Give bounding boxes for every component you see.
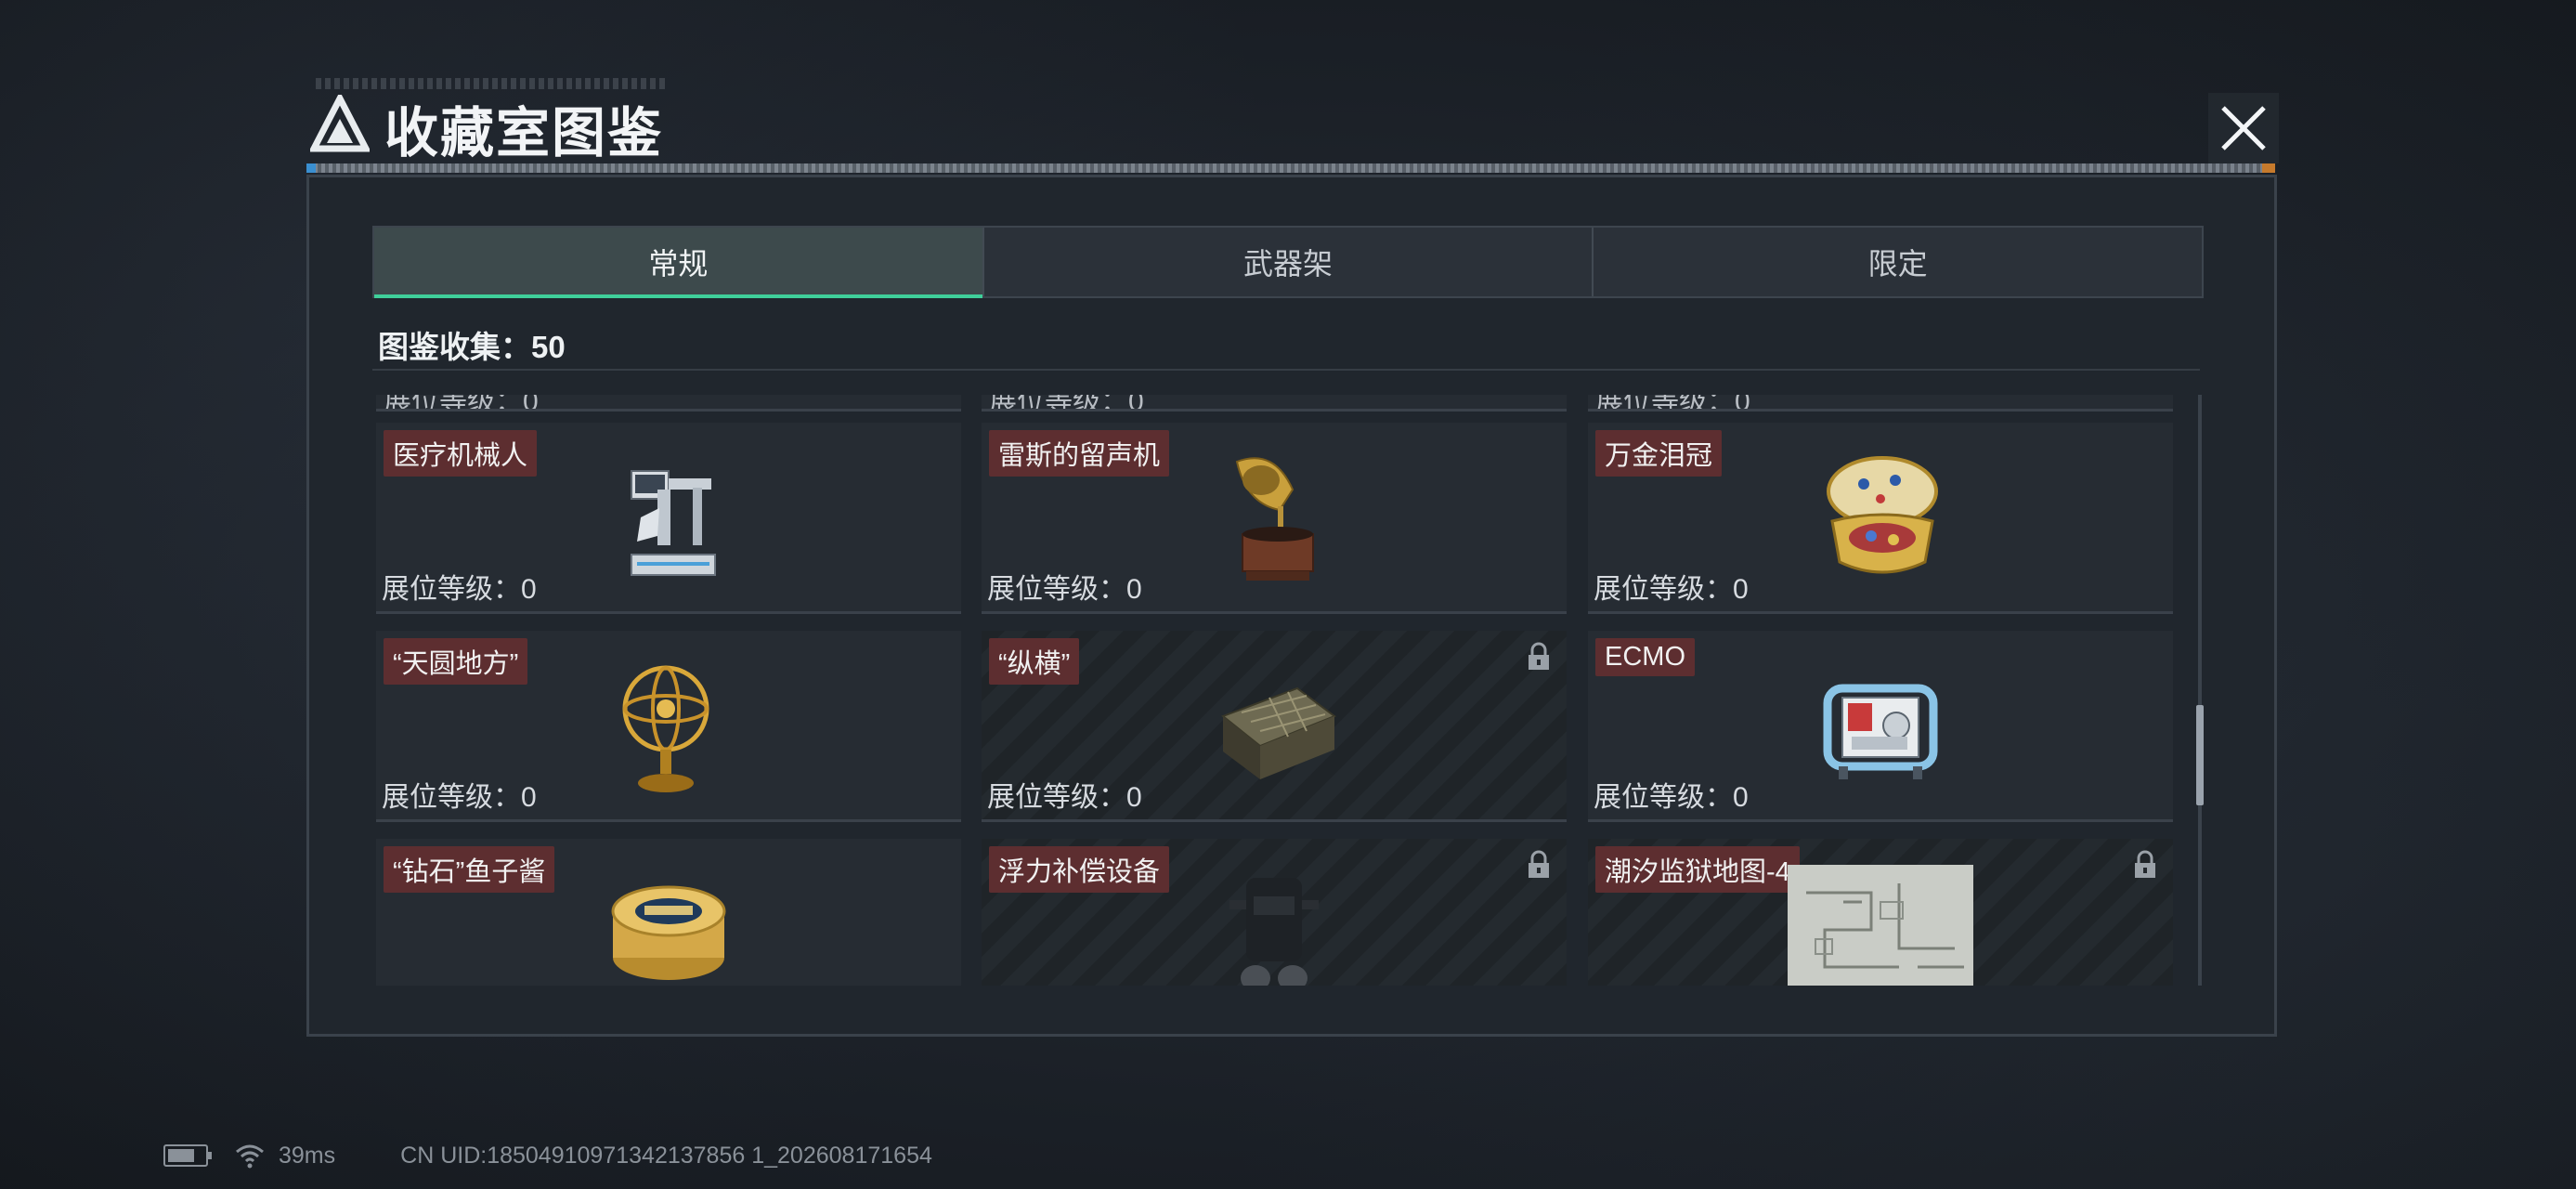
title-underline <box>306 163 2275 173</box>
item-card-armillary[interactable]: “天圆地方” 展位等级：0 <box>376 631 961 822</box>
ecmo-machine-icon <box>1823 684 1938 779</box>
tab-weapon-rack[interactable]: 武器架 <box>982 228 1593 296</box>
item-level: 展位等级：0 <box>987 782 1142 813</box>
close-button[interactable] <box>2208 93 2279 163</box>
page-title: 收藏室图鉴 <box>384 103 664 163</box>
item-name: “纵横” <box>989 638 1080 685</box>
item-card-caviar[interactable]: “钻石”鱼子酱 <box>376 839 961 986</box>
caviar-tin-icon <box>611 885 726 980</box>
item-name: 万金泪冠 <box>1595 430 1723 477</box>
gramophone-icon <box>1235 457 1314 581</box>
tab-bar: 常规 武器架 限定 <box>372 226 2204 298</box>
collection-panel: 常规 武器架 限定 图鉴收集：50 展位等级：0 展位等级：0 展位等级：0 医… <box>306 175 2277 1037</box>
title-decoration <box>316 78 669 89</box>
jeweled-egg-icon <box>1827 456 1938 574</box>
wifi-icon <box>236 1144 264 1169</box>
item-level: 展位等级：0 <box>987 574 1142 605</box>
item-card-chess-box[interactable]: “纵横” 展位等级：0 <box>982 631 1567 822</box>
scrollbar-thumb[interactable] <box>2196 705 2204 805</box>
bcd-device-icon <box>1229 878 1319 986</box>
item-name: 雷斯的留声机 <box>989 430 1170 477</box>
partial-row-cell: 展位等级：0 <box>376 395 961 412</box>
medical-robot-icon <box>631 470 716 576</box>
item-card-bcd[interactable]: 浮力补偿设备 <box>982 839 1567 986</box>
item-level: 展位等级：0 <box>1594 782 1749 813</box>
item-name: 医疗机械人 <box>384 430 538 477</box>
user-uid: CN UID:18504910971342137856 1_2026081716… <box>400 1142 932 1169</box>
item-name: 潮汐监狱地图-4 <box>1595 846 1800 893</box>
battery-icon <box>163 1144 212 1167</box>
chess-box-icon <box>1221 686 1337 779</box>
tab-limited[interactable]: 限定 <box>1592 228 2202 296</box>
collection-count: 图鉴收集：50 <box>378 330 566 364</box>
title-bar: 收藏室图鉴 <box>306 78 2275 173</box>
lock-icon <box>1529 850 1549 878</box>
partial-row-cell: 展位等级：0 <box>982 395 1567 412</box>
item-card-jeweled-egg[interactable]: 万金泪冠 展位等级：0 <box>1588 423 2173 614</box>
item-card-ecmo[interactable]: ECMO 展位等级：0 <box>1588 631 2173 822</box>
scrollbar-track[interactable] <box>2198 395 2202 986</box>
item-level: 展位等级：0 <box>382 574 537 605</box>
item-name: “天圆地方” <box>384 638 528 685</box>
item-grid[interactable]: 展位等级：0 展位等级：0 展位等级：0 医疗机械人 展位等级：0 雷斯的留声机 <box>376 395 2178 986</box>
close-icon <box>2221 106 2266 150</box>
item-level: 展位等级：0 <box>382 782 537 813</box>
prison-map-icon <box>1788 865 1973 986</box>
lock-icon <box>1529 642 1549 670</box>
item-name: “钻石”鱼子酱 <box>384 846 555 893</box>
item-card-prison-map[interactable]: 潮汐监狱地图-4 <box>1588 839 2173 986</box>
status-bar: 39ms CN UID:18504910971342137856 1_20260… <box>163 1139 932 1172</box>
partial-row-cell: 展位等级：0 <box>1588 395 2173 412</box>
ping-value: 39ms <box>279 1142 336 1169</box>
tab-regular[interactable]: 常规 <box>374 228 982 298</box>
armillary-sphere-icon <box>622 665 709 792</box>
lock-icon <box>2135 850 2155 878</box>
item-card-gramophone[interactable]: 雷斯的留声机 展位等级：0 <box>982 423 1567 614</box>
item-name: ECMO <box>1595 638 1695 676</box>
item-level: 展位等级：0 <box>1594 574 1749 605</box>
item-name: 浮力补偿设备 <box>989 846 1170 893</box>
delta-logo-icon <box>310 95 370 152</box>
item-card-medical-robot[interactable]: 医疗机械人 展位等级：0 <box>376 423 961 614</box>
